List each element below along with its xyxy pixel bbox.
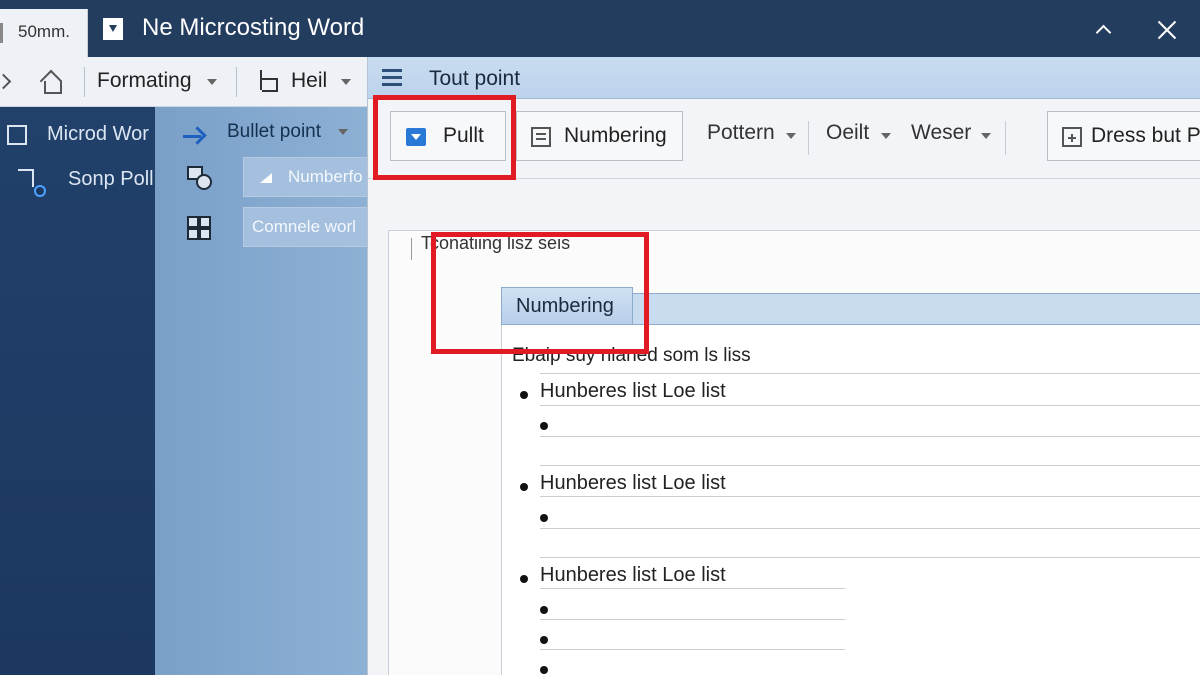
- dress-button-label: Dress but Pr: [1091, 124, 1200, 147]
- bullet-dot: [540, 606, 548, 614]
- dialog-header: Tout point: [368, 57, 1200, 99]
- complete-word-field[interactable]: Comnele worl: [243, 207, 373, 247]
- bullet-dot: [540, 422, 548, 430]
- bullet-dot: [520, 575, 528, 583]
- connector-icon: [18, 167, 48, 197]
- oeilt-dropdown-icon[interactable]: [881, 133, 891, 139]
- numbering-field-value: Numberfo: [288, 167, 363, 186]
- list-item[interactable]: Hunberes list Loe list: [540, 472, 726, 495]
- bullet-point-dropdown-icon[interactable]: [338, 129, 348, 135]
- forward-arrow-icon[interactable]: [0, 73, 12, 89]
- main-toolbar: Formating Heil: [0, 57, 367, 107]
- ruled-line: [540, 405, 1200, 406]
- ribbon-divider: [808, 121, 809, 155]
- format-painter-icon[interactable]: [185, 164, 215, 194]
- dress-button[interactable]: Dress but Pr: [1047, 111, 1200, 161]
- ruled-line: [540, 528, 1200, 529]
- weser-dropdown[interactable]: Weser: [911, 121, 971, 145]
- left-navigation: Microd Wor Sonp Poll: [0, 107, 155, 675]
- app-title: Ne Micrcosting Word: [142, 14, 365, 41]
- heil-icon: [256, 70, 278, 92]
- ruled-line: [540, 373, 1200, 374]
- ruled-line: [540, 436, 1200, 437]
- formatting-menu[interactable]: Formating: [97, 69, 192, 93]
- bullet-dot: [520, 391, 528, 399]
- ruled-line: [540, 619, 845, 620]
- dialog-title: Tout point: [429, 67, 521, 90]
- list-item[interactable]: Hunberes list Loe list: [540, 564, 726, 587]
- home-icon[interactable]: [38, 69, 64, 95]
- formatting-dropdown-icon[interactable]: [207, 79, 217, 85]
- numbering-button-label: Numbering: [564, 124, 667, 147]
- document-tab[interactable]: 50mm.: [0, 9, 88, 57]
- bullet-dot: [540, 514, 548, 522]
- heil-dropdown-icon[interactable]: [341, 79, 351, 85]
- collapse-ribbon-icon[interactable]: [1096, 22, 1110, 36]
- nav-item-sonp-poll[interactable]: Sonp Poll: [68, 168, 155, 204]
- pattern-dropdown[interactable]: Pottern: [707, 121, 775, 145]
- bullet-options-panel: Bullet point Numberfo Comnele worl: [155, 107, 373, 675]
- pattern-dropdown-icon[interactable]: [786, 133, 796, 139]
- nav-item-microd-wor[interactable]: Microd Wor: [47, 123, 155, 159]
- checkbox-icon[interactable]: [7, 125, 27, 145]
- ruled-line: [540, 496, 1200, 497]
- word-document-icon: [103, 18, 123, 40]
- add-frame-icon: [1062, 127, 1082, 147]
- bullet-point-menu[interactable]: Bullet point: [227, 121, 321, 143]
- highlight-box-numbering: [431, 232, 649, 354]
- tab-strip: [633, 293, 1200, 325]
- toolbar-divider: [236, 67, 237, 97]
- close-window-icon[interactable]: [1152, 15, 1182, 45]
- hamburger-menu-icon[interactable]: [382, 69, 402, 87]
- pencil-icon: [258, 169, 274, 185]
- numbering-list-icon: [531, 127, 551, 147]
- caption-divider: [411, 238, 412, 260]
- arrow-right-icon: [181, 127, 207, 145]
- numbering-button[interactable]: Numbering: [516, 111, 683, 161]
- list-item[interactable]: Hunberes list Loe list: [540, 380, 726, 403]
- ribbon-divider: [1005, 121, 1006, 155]
- oeilt-dropdown[interactable]: Oeilt: [826, 121, 869, 145]
- bullet-dot: [540, 636, 548, 644]
- numbering-field[interactable]: Numberfo: [243, 157, 373, 197]
- ruled-line: [540, 557, 1200, 558]
- table-grid-icon[interactable]: [185, 214, 215, 244]
- toolbar-divider: [84, 67, 85, 97]
- weser-dropdown-icon[interactable]: [981, 133, 991, 139]
- bullet-dot: [540, 666, 548, 674]
- connector-dot-icon: [34, 185, 46, 197]
- ruled-line: [540, 649, 845, 650]
- list-preview: Ebaip suy nlaned som ls liss Hunberes li…: [501, 325, 1200, 675]
- ruled-line: [540, 588, 845, 589]
- highlight-box-bullet: [373, 95, 516, 180]
- heil-menu[interactable]: Heil: [291, 69, 327, 93]
- complete-field-value: Comnele worl: [252, 217, 356, 236]
- ruled-line: [540, 465, 1200, 466]
- bullet-dot: [520, 483, 528, 491]
- title-bar: 50mm. Ne Micrcosting Word: [0, 0, 1200, 57]
